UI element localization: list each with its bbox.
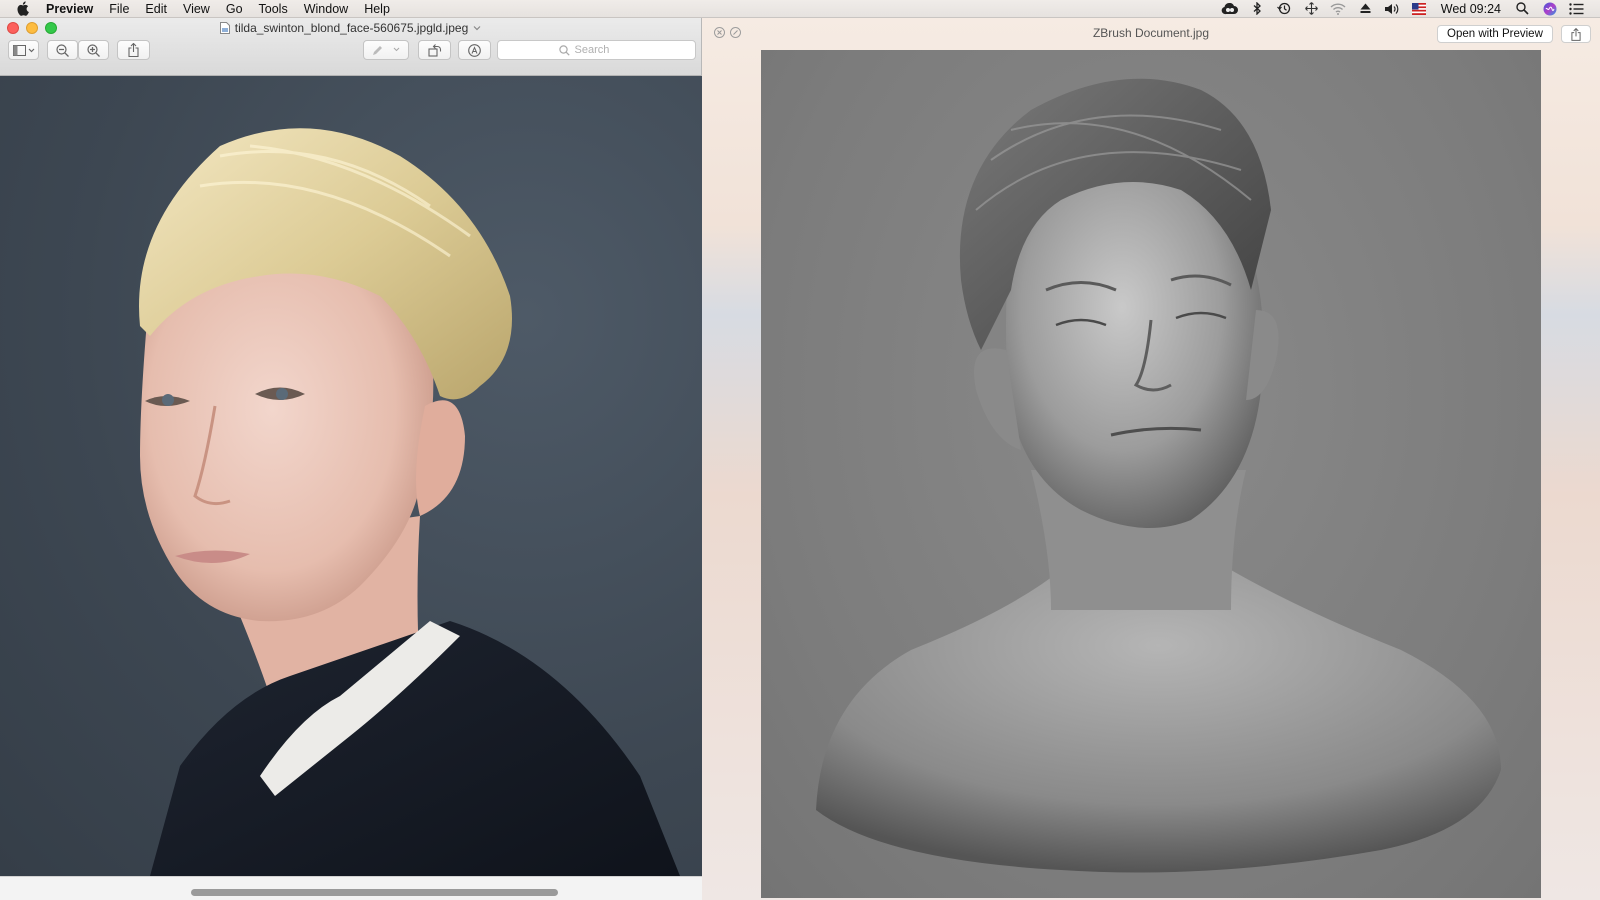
rotate-icon [427, 43, 441, 57]
siri-icon[interactable] [1536, 0, 1563, 18]
portrait-photo [0, 76, 702, 876]
time-machine-icon[interactable] [1271, 0, 1298, 18]
quicklook-share-button[interactable] [1561, 25, 1591, 43]
status-area: Wed 09:24 [1217, 0, 1600, 18]
menu-window[interactable]: Window [296, 0, 356, 18]
markup-pen-button[interactable] [363, 40, 409, 60]
menu-clock[interactable]: Wed 09:24 [1433, 2, 1509, 16]
sidebar-toggle-button[interactable] [8, 40, 39, 60]
menu-file[interactable]: File [101, 0, 137, 18]
menu-app-name[interactable]: Preview [44, 0, 101, 18]
quicklook-titlebar[interactable]: ZBrush Document.jpg Open with Preview [702, 18, 1600, 50]
rotate-button[interactable] [418, 40, 451, 60]
zbrush-render-image [761, 50, 1541, 898]
sidebar-icon [12, 44, 34, 56]
pen-icon [373, 46, 400, 55]
notification-center-icon[interactable] [1563, 0, 1590, 18]
share-button[interactable] [117, 40, 150, 60]
menu-view[interactable]: View [175, 0, 218, 18]
search-input[interactable] [574, 44, 635, 56]
markup-toolbar-button[interactable] [458, 40, 491, 60]
menu-tools[interactable]: Tools [251, 0, 296, 18]
eject-icon[interactable] [1352, 0, 1379, 18]
share-icon [128, 43, 139, 57]
apple-icon [16, 1, 29, 16]
preview-window: tilda_swinton_blond_face-560675.jpgld.jp… [0, 18, 702, 900]
zoom-out-button[interactable] [47, 40, 78, 60]
creative-cloud-icon[interactable] [1217, 0, 1244, 18]
wifi-icon[interactable] [1325, 0, 1352, 18]
quicklook-window: ZBrush Document.jpg Open with Preview [702, 18, 1600, 900]
apple-menu[interactable] [0, 1, 44, 16]
zoom-in-button[interactable] [78, 40, 109, 60]
horizontal-scrollbar[interactable] [0, 876, 702, 900]
search-icon [558, 44, 570, 56]
chevron-down-icon[interactable] [473, 25, 481, 31]
menu-help[interactable]: Help [356, 0, 398, 18]
scrollbar-thumb[interactable] [191, 889, 558, 896]
menu-edit[interactable]: Edit [137, 0, 175, 18]
search-field[interactable] [497, 40, 696, 60]
preview-toolbar [0, 40, 701, 64]
window-title[interactable]: tilda_swinton_blond_face-560675.jpgld.jp… [0, 21, 701, 35]
move-icon[interactable] [1298, 0, 1325, 18]
volume-icon[interactable] [1379, 0, 1406, 18]
markup-icon [468, 43, 481, 57]
open-with-preview-button[interactable]: Open with Preview [1437, 25, 1553, 43]
zoom-out-icon [56, 43, 69, 57]
menu-go[interactable]: Go [218, 0, 251, 18]
window-title-text: tilda_swinton_blond_face-560675.jpgld.jp… [234, 21, 469, 35]
share-icon [1571, 27, 1581, 41]
zoom-in-icon [87, 43, 100, 57]
bluetooth-icon[interactable] [1244, 0, 1271, 18]
document-icon [219, 22, 230, 34]
preview-titlebar[interactable]: tilda_swinton_blond_face-560675.jpgld.jp… [0, 18, 701, 76]
menu-bar: Preview File Edit View Go Tools Window H… [0, 0, 1600, 18]
spotlight-icon[interactable] [1509, 0, 1536, 18]
us-flag-icon[interactable] [1406, 0, 1433, 18]
